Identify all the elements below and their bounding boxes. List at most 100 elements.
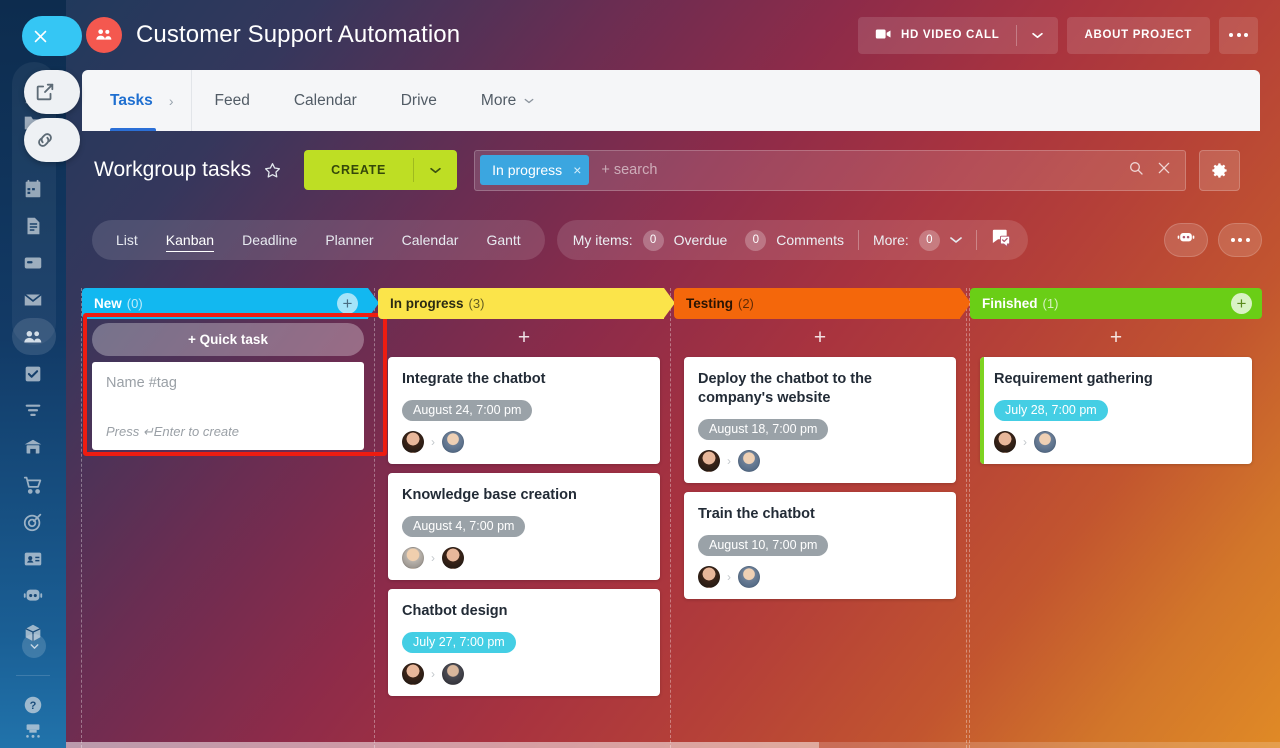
view-tab-list[interactable]: List [102, 220, 152, 260]
search-actions [1128, 160, 1177, 181]
header-more-button[interactable] [1219, 16, 1258, 54]
add-card-button[interactable]: + [684, 319, 956, 357]
sidebar-item-shop[interactable] [0, 466, 66, 503]
sidebar-item-mail[interactable] [0, 281, 66, 318]
task-card[interactable]: Train the chatbot August 10, 7:00 pm › [684, 492, 956, 599]
avatar[interactable] [698, 450, 720, 472]
avatar[interactable] [402, 547, 424, 569]
overdue-label[interactable]: Overdue [674, 232, 728, 248]
avatar[interactable] [738, 566, 760, 588]
sidebar-item-documents[interactable] [0, 207, 66, 244]
sidebar-item-contact-center[interactable] [0, 540, 66, 577]
column-divider [966, 288, 967, 748]
task-card[interactable]: Requirement gathering July 28, 7:00 pm › [980, 357, 1252, 464]
close-icon[interactable] [22, 16, 82, 56]
chevron-down-icon[interactable] [949, 231, 962, 249]
view-tab-planner[interactable]: Planner [311, 220, 387, 260]
tab-tasks[interactable]: Tasks › [82, 70, 193, 131]
sidebar-item-tasks[interactable] [0, 355, 66, 392]
task-title: Knowledge base creation [402, 487, 577, 503]
add-card-button[interactable]: + [980, 319, 1252, 357]
task-title: Deploy the chatbot to the company's webs… [698, 371, 872, 406]
tab-drive[interactable]: Drive [379, 70, 459, 131]
gear-icon[interactable] [1199, 149, 1240, 191]
search-input[interactable]: In progress × + search [474, 149, 1186, 191]
sidebar-item-link[interactable] [24, 118, 80, 162]
column-header-testing[interactable]: Testing (2) [674, 288, 971, 319]
task-participants: › [698, 566, 942, 588]
quick-task-button[interactable]: + Quick task [92, 323, 364, 356]
close-icon[interactable] [1156, 160, 1172, 181]
quick-task-input[interactable]: Name #tag Press ↵Enter to create [92, 362, 364, 450]
column-name: New [94, 296, 122, 311]
task-card[interactable]: Deploy the chatbot to the company's webs… [684, 357, 956, 483]
task-card[interactable]: Chatbot design July 27, 7:00 pm › [388, 589, 660, 696]
magnifier-icon[interactable] [1128, 160, 1144, 181]
sidebar-item-workgroups[interactable] [0, 318, 66, 355]
avatar[interactable] [402, 431, 424, 453]
avatar[interactable] [402, 663, 424, 685]
column-header-in-progress[interactable]: In progress (3) [378, 288, 675, 319]
sidebar-item-company[interactable] [0, 429, 66, 466]
view-tabs: List Kanban Deadline Planner Calendar Ga… [92, 220, 545, 260]
sidebar-item-drive[interactable] [0, 244, 66, 281]
sidebar-item-more[interactable] [22, 634, 46, 658]
ellipsis-icon [1230, 238, 1250, 242]
comments-label[interactable]: Comments [776, 232, 844, 248]
sidebar-item-crm[interactable] [0, 392, 66, 429]
about-project-label: ABOUT PROJECT [1084, 29, 1192, 41]
view-tab-calendar[interactable]: Calendar [388, 220, 473, 260]
star-outline-icon[interactable] [263, 161, 282, 180]
more-count-badge[interactable]: 0 [918, 229, 940, 251]
avatar[interactable] [1034, 431, 1056, 453]
chevron-down-icon[interactable] [1017, 32, 1058, 39]
avatar[interactable] [738, 450, 760, 472]
task-card[interactable]: Integrate the chatbot August 24, 7:00 pm… [388, 357, 660, 464]
sidebar-item-marketing[interactable] [0, 503, 66, 540]
about-project-button[interactable]: ABOUT PROJECT [1066, 16, 1210, 54]
sidebar-item-automation[interactable] [0, 577, 66, 614]
view-tab-gantt[interactable]: Gantt [472, 220, 534, 260]
create-button[interactable]: CREATE [304, 150, 458, 190]
chevron-down-icon[interactable] [414, 167, 457, 174]
overdue-count-badge[interactable]: 0 [642, 229, 664, 251]
sidebar-item-calendar[interactable] [0, 170, 66, 207]
avatar[interactable] [698, 566, 720, 588]
view-tab-deadline[interactable]: Deadline [228, 220, 311, 260]
task-deadline-badge: August 24, 7:00 pm [402, 400, 533, 421]
sidebar-item-devices[interactable] [0, 710, 66, 747]
horizontal-scrollbar[interactable] [66, 742, 1280, 748]
view-more-button[interactable] [1218, 223, 1262, 257]
add-card-button[interactable]: + [388, 319, 660, 357]
avatar[interactable] [442, 547, 464, 569]
plus-circle-icon[interactable]: + [337, 293, 358, 314]
chevron-right-icon: › [431, 551, 435, 565]
tab-more[interactable]: More [459, 70, 556, 131]
avatar[interactable] [442, 431, 464, 453]
hd-video-call-button[interactable]: HD VIDEO CALL [857, 16, 1058, 54]
avatar[interactable] [442, 663, 464, 685]
column-name: In progress [390, 296, 464, 311]
comments-count-badge[interactable]: 0 [745, 229, 767, 251]
sidebar-item-external-link[interactable] [24, 70, 80, 114]
hd-video-call-label: HD VIDEO CALL [900, 29, 1000, 41]
view-tab-kanban[interactable]: Kanban [152, 220, 228, 260]
chevron-right-icon: › [1023, 435, 1027, 449]
column-divider [374, 288, 375, 748]
filter-chip-in-progress[interactable]: In progress × [480, 155, 590, 185]
tab-feed[interactable]: Feed [192, 70, 271, 131]
column-body-testing: + Deploy the chatbot to the company's we… [674, 319, 966, 599]
tab-calendar[interactable]: Calendar [272, 70, 379, 131]
task-deadline-badge: July 28, 7:00 pm [994, 400, 1108, 421]
plus-circle-icon[interactable]: + [1231, 293, 1252, 314]
avatar[interactable] [994, 431, 1016, 453]
column-body-in-progress: + Integrate the chatbot August 24, 7:00 … [378, 319, 670, 696]
task-card[interactable]: Knowledge base creation August 4, 7:00 p… [388, 473, 660, 580]
task-title: Integrate the chatbot [402, 371, 546, 387]
automation-robot-button[interactable] [1164, 223, 1208, 257]
comment-check-icon[interactable] [991, 228, 1012, 252]
close-icon[interactable]: × [573, 162, 581, 178]
scrollbar-thumb[interactable] [66, 742, 819, 748]
column-header-finished[interactable]: Finished (1) + [970, 288, 1262, 319]
column-header-new[interactable]: New (0) + [82, 288, 379, 319]
